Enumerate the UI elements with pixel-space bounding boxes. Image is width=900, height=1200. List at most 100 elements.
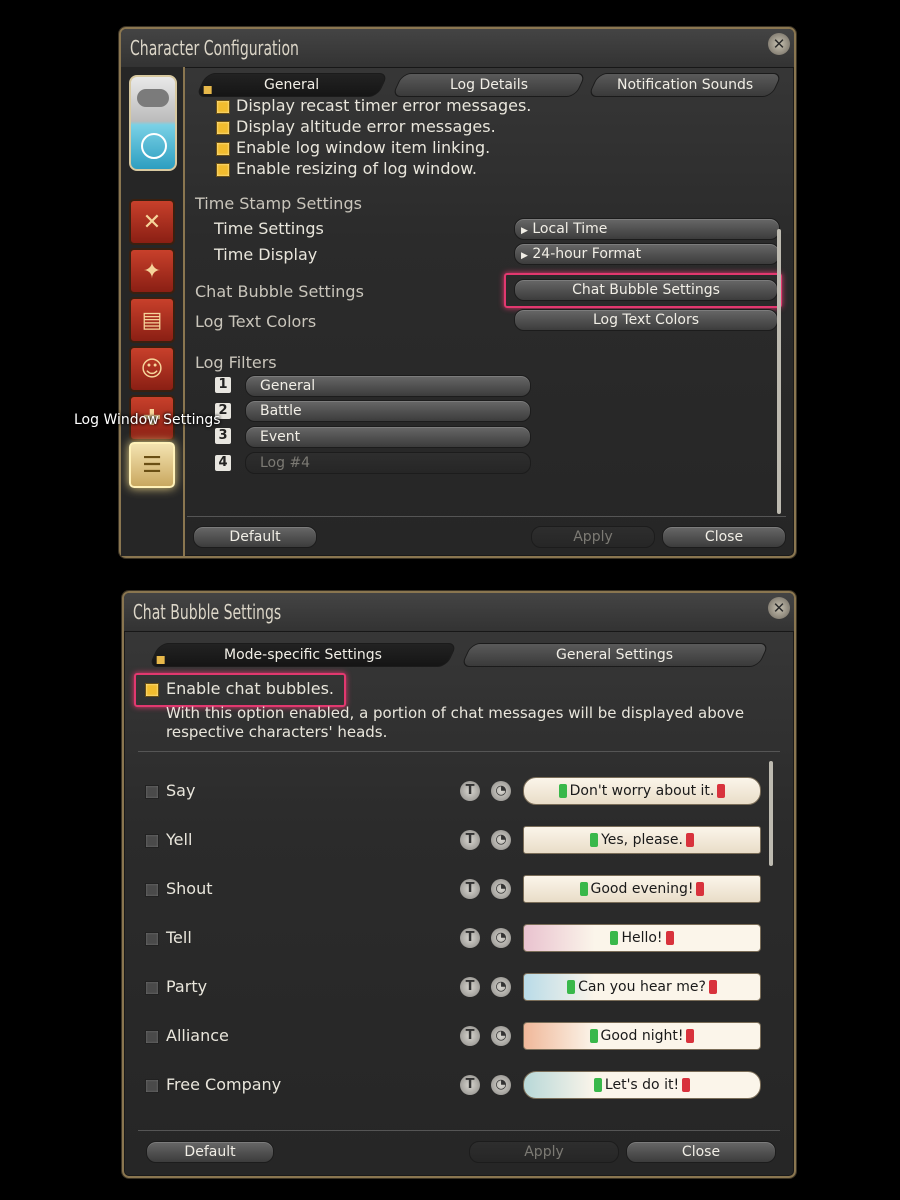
close-icon[interactable]: ✕ [768,597,790,619]
bubble-preview[interactable]: Can you hear me? [523,973,761,1001]
dropdown-arrow-icon: ▶ [521,251,528,261]
tab-general[interactable]: General [195,73,389,97]
close-button[interactable]: Close [662,526,786,548]
highlight-frame [504,273,782,308]
checkbox-label: Enable resizing of log window. [236,159,477,178]
log-filter-event-button[interactable]: Event [245,426,531,448]
description-line-1: With this option enabled, a portion of c… [166,704,745,722]
filter-number-3: 3 [215,428,231,444]
bubble-preview[interactable]: Good evening! [523,875,761,903]
text-style-icon[interactable]: T [460,781,480,801]
mode-checkbox[interactable] [145,981,159,995]
mode-checkbox[interactable] [145,1079,159,1093]
description-line-2: respective characters' heads. [166,723,388,741]
log-filter-log4-button[interactable]: Log #4 [245,452,531,474]
apply-button[interactable]: Apply [531,526,655,548]
mode-checkbox[interactable] [145,883,159,897]
footer-divider [187,516,786,517]
window-title: Chat Bubble Settings [133,600,282,624]
log-filters-header: Log Filters [195,353,277,372]
chat-bubble-settings-label: Chat Bubble Settings [195,282,364,301]
text-style-icon[interactable]: T [460,1026,480,1046]
mode-label: Shout [166,879,213,898]
section-divider [138,751,780,752]
default-button[interactable]: Default [146,1141,274,1163]
speech-bubble-icon[interactable]: ◔ [491,1075,511,1095]
mode-label: Tell [166,928,192,947]
title-bar[interactable]: Character Configuration ✕ [121,29,794,68]
scrollbar[interactable] [769,761,773,866]
title-bar[interactable]: Chat Bubble Settings ✕ [124,593,794,632]
chat-bubble-settings-window: Chat Bubble Settings ✕ Mode-specific Set… [122,591,796,1178]
sidebar-item-log-window[interactable]: ☰ [129,442,175,488]
tab-notification-sounds[interactable]: Notification Sounds [587,73,783,97]
mouse-icon [141,133,167,159]
close-button[interactable]: Close [626,1141,776,1163]
tab-mode-specific[interactable]: Mode-specific Settings [148,643,458,667]
bubble-preview[interactable]: Good night! [523,1022,761,1050]
checkbox-label: Enable log window item linking. [236,138,491,157]
active-tab-marker [156,656,165,664]
speech-bubble-icon[interactable]: ◔ [491,977,511,997]
sidebar-item-items[interactable]: ✦ [129,248,175,294]
speech-bubble-icon[interactable]: ◔ [491,1026,511,1046]
mode-label: Free Company [166,1075,282,1094]
sidebar-item-controls[interactable]: ✕ [129,199,175,245]
scrollbar[interactable] [777,229,781,514]
bubble-preview[interactable]: Don't worry about it. [523,777,761,805]
sidebar-item-hud[interactable]: ▤ [129,297,175,343]
time-settings-label: Time Settings [214,219,324,238]
mode-checkbox[interactable] [145,785,159,799]
apply-button[interactable]: Apply [469,1141,619,1163]
speech-bubble-icon[interactable]: ◔ [491,928,511,948]
mode-label: Alliance [166,1026,229,1045]
window-title: Character Configuration [130,36,299,60]
speech-bubble-icon[interactable]: ◔ [491,879,511,899]
bubble-preview[interactable]: Let's do it! [523,1071,761,1099]
character-configuration-window: Character Configuration ✕ ✕ ✦ ▤ ☺ ✚ ☰ Ge… [119,27,796,558]
tab-log-details[interactable]: Log Details [391,73,587,97]
category-sidebar: ✕ ✦ ▤ ☺ ✚ ☰ [121,67,185,556]
dropdown-arrow-icon: ▶ [521,226,528,236]
mode-checkbox[interactable] [145,1030,159,1044]
bubble-preview[interactable]: Hello! [523,924,761,952]
time-display-label: Time Display [214,245,318,264]
active-tab-marker [203,86,212,94]
text-style-icon[interactable]: T [460,928,480,948]
time-settings-dropdown[interactable]: ▶ Local Time [514,218,780,240]
checkbox-resize-log[interactable] [216,163,230,177]
tooltip-log-window-settings: Log Window Settings [74,412,221,428]
text-style-icon[interactable]: T [460,879,480,899]
checkbox-label: Display altitude error messages. [236,117,496,136]
highlight-frame [134,673,346,707]
filter-number-1: 1 [215,377,231,393]
text-style-icon[interactable]: T [460,977,480,997]
filter-number-4: 4 [215,455,231,471]
time-display-dropdown[interactable]: ▶ 24-hour Format [514,243,780,265]
checkbox-altitude[interactable] [216,121,230,135]
log-filter-general-button[interactable]: General [245,375,531,397]
checkbox-label: Display recast timer error messages. [236,96,532,115]
checkbox-recast-timer[interactable] [216,100,230,114]
bubble-preview[interactable]: Yes, please. [523,826,761,854]
gamepad-icon [137,89,169,107]
speech-bubble-icon[interactable]: ◔ [491,781,511,801]
mode-label: Party [166,977,208,996]
tab-general-settings[interactable]: General Settings [460,643,770,667]
mode-checkbox[interactable] [145,834,159,848]
default-button[interactable]: Default [193,526,317,548]
mode-checkbox[interactable] [145,932,159,946]
gamepad-mouse-toggle[interactable] [129,75,177,171]
mode-label: Say [166,781,196,800]
speech-bubble-icon[interactable]: ◔ [491,830,511,850]
timestamp-header: Time Stamp Settings [195,194,362,213]
log-text-colors-button[interactable]: Log Text Colors [514,309,778,331]
sidebar-item-character[interactable]: ☺ [129,346,175,392]
mode-label: Yell [166,830,193,849]
close-icon[interactable]: ✕ [768,33,790,55]
text-style-icon[interactable]: T [460,1075,480,1095]
checkbox-item-linking[interactable] [216,142,230,156]
log-filter-battle-button[interactable]: Battle [245,400,531,422]
footer-divider [138,1130,780,1131]
text-style-icon[interactable]: T [460,830,480,850]
